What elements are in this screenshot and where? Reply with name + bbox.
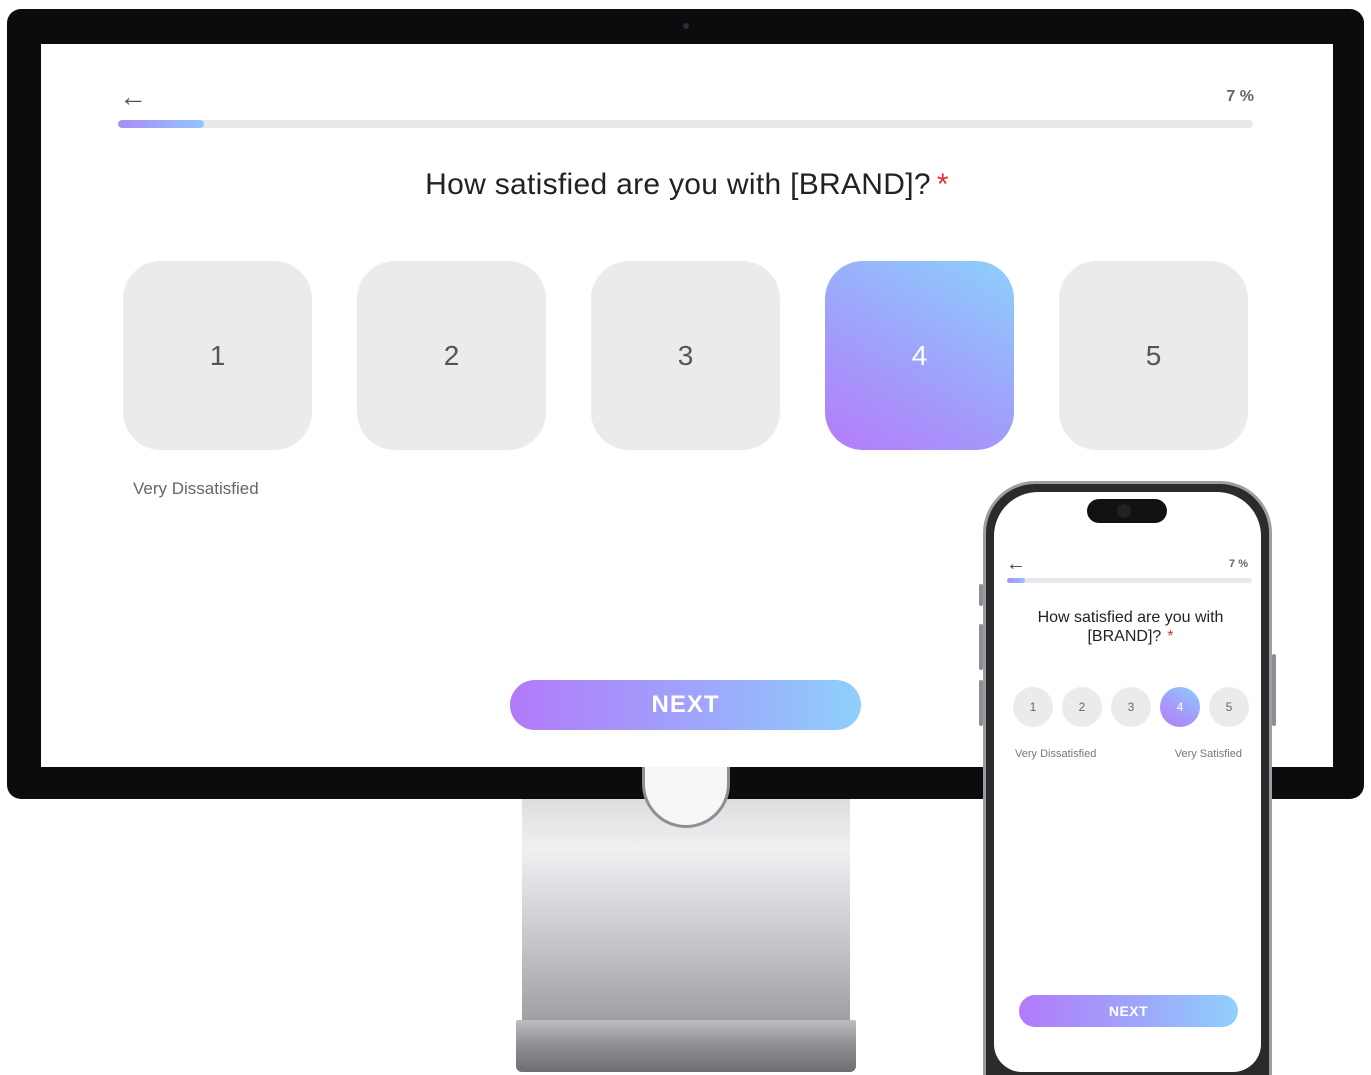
progress-fill [118, 120, 205, 128]
phone-volume-down-button [979, 680, 983, 726]
progress-bar [1007, 578, 1252, 583]
progress-fill [1007, 578, 1026, 583]
progress-percent: 7 % [1226, 88, 1254, 105]
rating-options: 1 2 3 4 5 [123, 261, 1248, 450]
required-marker: * [1167, 628, 1174, 645]
phone-side-button [979, 584, 983, 606]
monitor-camera [683, 23, 689, 29]
question-text: How satisfied are you with [BRAND]? [1037, 609, 1224, 645]
rating-option-5[interactable]: 5 [1209, 687, 1249, 727]
scale-label-low: Very Dissatisfied [133, 479, 259, 498]
question-title: How satisfied are you with [BRAND]? * [1014, 608, 1247, 646]
front-camera [1117, 504, 1131, 518]
rating-option-3[interactable]: 3 [591, 261, 780, 450]
rating-option-5[interactable]: 5 [1059, 261, 1248, 450]
required-marker: * [936, 168, 949, 201]
phone-volume-up-button [979, 624, 983, 670]
scale-label-high: Very Satisfied [1174, 748, 1242, 760]
next-button[interactable]: NEXT [510, 680, 861, 730]
dynamic-island [1087, 499, 1167, 523]
phone-frame: ← 7 % How satisfied are you with [BRAND]… [979, 481, 1276, 1075]
rating-option-4[interactable]: 4 [1160, 687, 1200, 727]
rating-option-2[interactable]: 2 [1062, 687, 1102, 727]
question-title: How satisfied are you with [BRAND]? * [41, 168, 1333, 202]
back-arrow-icon[interactable]: ← [119, 83, 147, 111]
rating-option-1[interactable]: 1 [123, 261, 312, 450]
phone-power-button [1272, 654, 1276, 726]
progress-bar [118, 120, 1253, 128]
back-arrow-icon[interactable]: ← [1006, 554, 1028, 574]
question-text: How satisfied are you with [BRAND]? [425, 168, 931, 201]
next-button[interactable]: NEXT [1019, 995, 1238, 1027]
rating-option-4[interactable]: 4 [825, 261, 1014, 450]
rating-option-2[interactable]: 2 [357, 261, 546, 450]
rating-options: 1 2 3 4 5 [1013, 687, 1249, 727]
scale-label-low: Very Dissatisfied [1015, 748, 1097, 760]
mobile-survey-screen: ← 7 % How satisfied are you with [BRAND]… [994, 492, 1261, 1072]
monitor-stand-base [516, 1020, 856, 1072]
progress-percent: 7 % [1229, 558, 1248, 570]
rating-option-3[interactable]: 3 [1111, 687, 1151, 727]
rating-option-1[interactable]: 1 [1013, 687, 1053, 727]
